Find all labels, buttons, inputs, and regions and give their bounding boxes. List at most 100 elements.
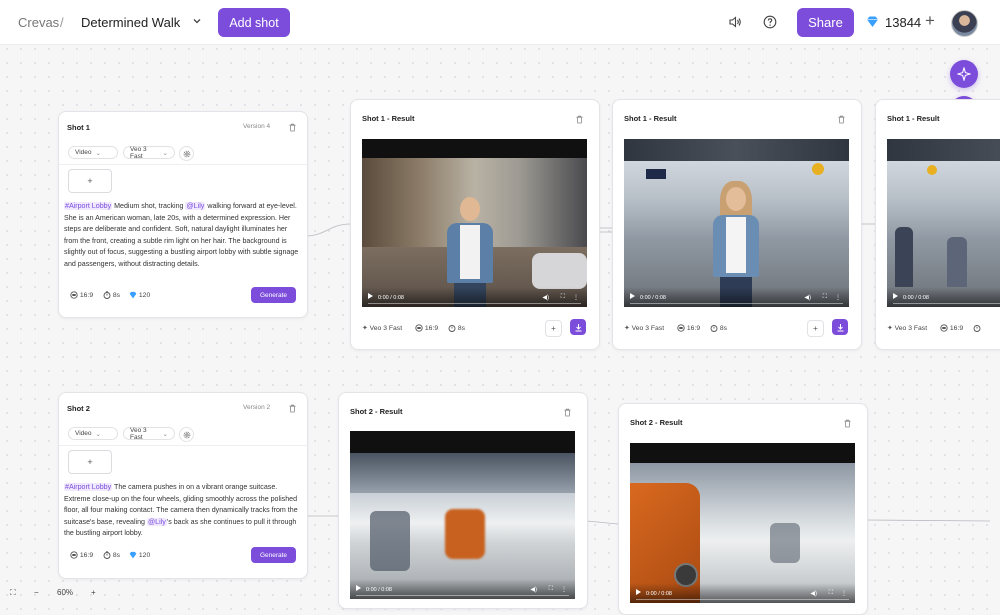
more-icon[interactable]: ⋮	[561, 586, 567, 593]
play-icon[interactable]	[368, 293, 373, 299]
ratio-value: 16:9	[949, 324, 964, 332]
fullscreen-icon[interactable]: ⛶	[829, 590, 833, 597]
trash-icon[interactable]	[288, 404, 297, 413]
play-icon[interactable]	[630, 293, 635, 299]
diamond-icon	[129, 291, 137, 299]
gear-icon	[183, 150, 190, 157]
character-mention[interactable]: @Lily	[185, 202, 206, 210]
shot-title: Shot 1	[67, 123, 90, 132]
model-value: Veo 3 Fast	[631, 324, 665, 332]
trash-icon[interactable]	[563, 408, 572, 417]
trash-icon[interactable]	[837, 115, 846, 124]
fit-view-icon[interactable]: ⛶	[10, 588, 16, 598]
divider	[59, 445, 307, 446]
add-reference-button[interactable]: +	[68, 450, 112, 474]
add-to-timeline-button[interactable]: +	[807, 320, 824, 337]
video-progress[interactable]	[630, 302, 843, 304]
result-card[interactable]: Shot 1 - Result 0:00 / 0:08 ✦ Veo 3 Fast…	[875, 99, 1000, 350]
volume-icon[interactable]: ◀)	[804, 294, 811, 301]
add-shot-button[interactable]: Add shot	[218, 8, 290, 37]
type-select[interactable]: Video ⌄	[68, 427, 118, 440]
cost-value: 120	[138, 551, 151, 559]
version-select[interactable]: Version 2	[243, 404, 270, 411]
chevron-down-icon[interactable]	[191, 15, 203, 27]
prompt-segment: Medium shot, tracking	[112, 202, 186, 210]
ratio-value: 16:9	[424, 324, 439, 332]
volume-icon[interactable]: ◀)	[810, 590, 817, 597]
volume-icon[interactable]: ◀)	[542, 294, 549, 301]
download-button[interactable]	[570, 319, 586, 335]
more-icon[interactable]: ⋮	[573, 294, 579, 301]
sparkle-icon: ✦	[624, 325, 630, 332]
trash-icon[interactable]	[843, 419, 852, 428]
timer-icon	[448, 325, 456, 332]
video-progress[interactable]	[636, 598, 849, 600]
add-reference-button[interactable]: +	[68, 169, 112, 193]
video-time: 0:00 / 0:08	[366, 587, 392, 593]
result-card[interactable]: Shot 1 - Result 0:00 / 0:08 ◀) ⛶ ⋮ ✦ Veo…	[612, 99, 862, 350]
play-icon[interactable]	[356, 585, 361, 591]
breadcrumb-root[interactable]: Crevas	[18, 15, 59, 30]
ai-assistant-button[interactable]	[950, 60, 978, 88]
add-to-timeline-button[interactable]: +	[545, 320, 562, 337]
more-icon[interactable]: ⋮	[835, 294, 841, 301]
trash-icon[interactable]	[575, 115, 584, 124]
zoom-in-button[interactable]: +	[91, 588, 96, 597]
fullscreen-icon[interactable]: ⛶	[549, 586, 553, 593]
settings-button[interactable]	[179, 427, 194, 442]
download-button[interactable]	[832, 319, 848, 335]
fullscreen-icon[interactable]: ⛶	[561, 294, 565, 301]
prompt-text[interactable]: #Airport Lobby Medium shot, tracking @Li…	[64, 201, 302, 271]
trash-icon[interactable]	[288, 123, 297, 132]
aspect-ratio-icon	[940, 324, 948, 332]
model-select[interactable]: Veo 3 Fast ⌄	[123, 146, 175, 160]
model-meta: ✦ Veo 3 Fast	[624, 324, 665, 333]
help-icon[interactable]	[762, 14, 778, 30]
sparkle-icon	[957, 67, 971, 81]
video-player[interactable]: 0:00 / 0:08	[887, 139, 1000, 307]
generate-button[interactable]: Generate	[251, 547, 296, 563]
generate-button[interactable]: Generate	[251, 287, 296, 303]
play-icon[interactable]	[893, 293, 898, 299]
duration-meta: 8s	[103, 291, 120, 299]
video-player[interactable]: 0:00 / 0:08 ◀) ⛶ ⋮	[624, 139, 849, 307]
type-select[interactable]: Video ⌄	[68, 146, 118, 159]
volume-icon[interactable]: ◀)	[530, 586, 537, 593]
video-player[interactable]: 0:00 / 0:08 ◀) ⛶ ⋮	[350, 431, 575, 599]
play-icon[interactable]	[636, 589, 641, 595]
result-card[interactable]: Shot 1 - Result 0:00 / 0:08 ◀) ⛶ ⋮ ✦ Veo…	[350, 99, 600, 350]
settings-button[interactable]	[179, 146, 194, 161]
character-mention[interactable]: @Lily	[146, 517, 167, 526]
project-title[interactable]: Determined Walk	[81, 15, 180, 30]
shot-card[interactable]: Shot 1 Version 4 Video ⌄ Veo 3 Fast ⌄ + #A…	[58, 111, 308, 318]
timer-icon	[710, 325, 718, 332]
video-progress[interactable]	[368, 302, 581, 304]
video-frame	[887, 139, 1000, 307]
divider	[59, 164, 307, 165]
duration-value: 8s	[112, 291, 121, 299]
location-tag[interactable]: #Airport Lobby	[64, 202, 113, 210]
add-credits-button[interactable]: +	[925, 11, 935, 31]
avatar[interactable]	[951, 10, 978, 37]
location-tag[interactable]: #Airport Lobby	[64, 483, 113, 491]
cost-meta: 120	[129, 291, 150, 299]
prompt-text[interactable]: #Airport Lobby The camera pushes in on a…	[64, 482, 302, 540]
shot-card[interactable]: Shot 2 Version 2 Video ⌄ Veo 3 Fast ⌄ + #A…	[58, 392, 308, 579]
more-icon[interactable]: ⋮	[841, 590, 847, 597]
result-card[interactable]: Shot 2 - Result 0:00 / 0:08 ◀) ⛶ ⋮	[338, 392, 588, 609]
video-frame	[362, 158, 587, 307]
version-select[interactable]: Version 4	[243, 123, 270, 130]
video-player[interactable]: 0:00 / 0:08 ◀) ⛶ ⋮	[362, 139, 587, 307]
model-select[interactable]: Veo 3 Fast ⌄	[123, 427, 175, 441]
video-controls: 0:00 / 0:08 ◀) ⛶ ⋮	[362, 287, 587, 307]
speaker-icon[interactable]	[727, 14, 743, 30]
result-card[interactable]: Shot 2 - Result 0:00 / 0:08 ◀) ⛶ ⋮	[618, 403, 868, 615]
video-player[interactable]: 0:00 / 0:08 ◀) ⛶ ⋮	[630, 443, 855, 603]
aspect-ratio-icon	[415, 324, 423, 332]
top-bar: Crevas / Determined Walk Add shot Share …	[0, 0, 1000, 45]
fullscreen-icon[interactable]: ⛶	[823, 294, 827, 301]
zoom-out-button[interactable]: −	[34, 588, 39, 597]
video-progress[interactable]	[356, 594, 569, 596]
video-progress[interactable]	[893, 302, 1000, 304]
share-button[interactable]: Share	[797, 8, 854, 37]
